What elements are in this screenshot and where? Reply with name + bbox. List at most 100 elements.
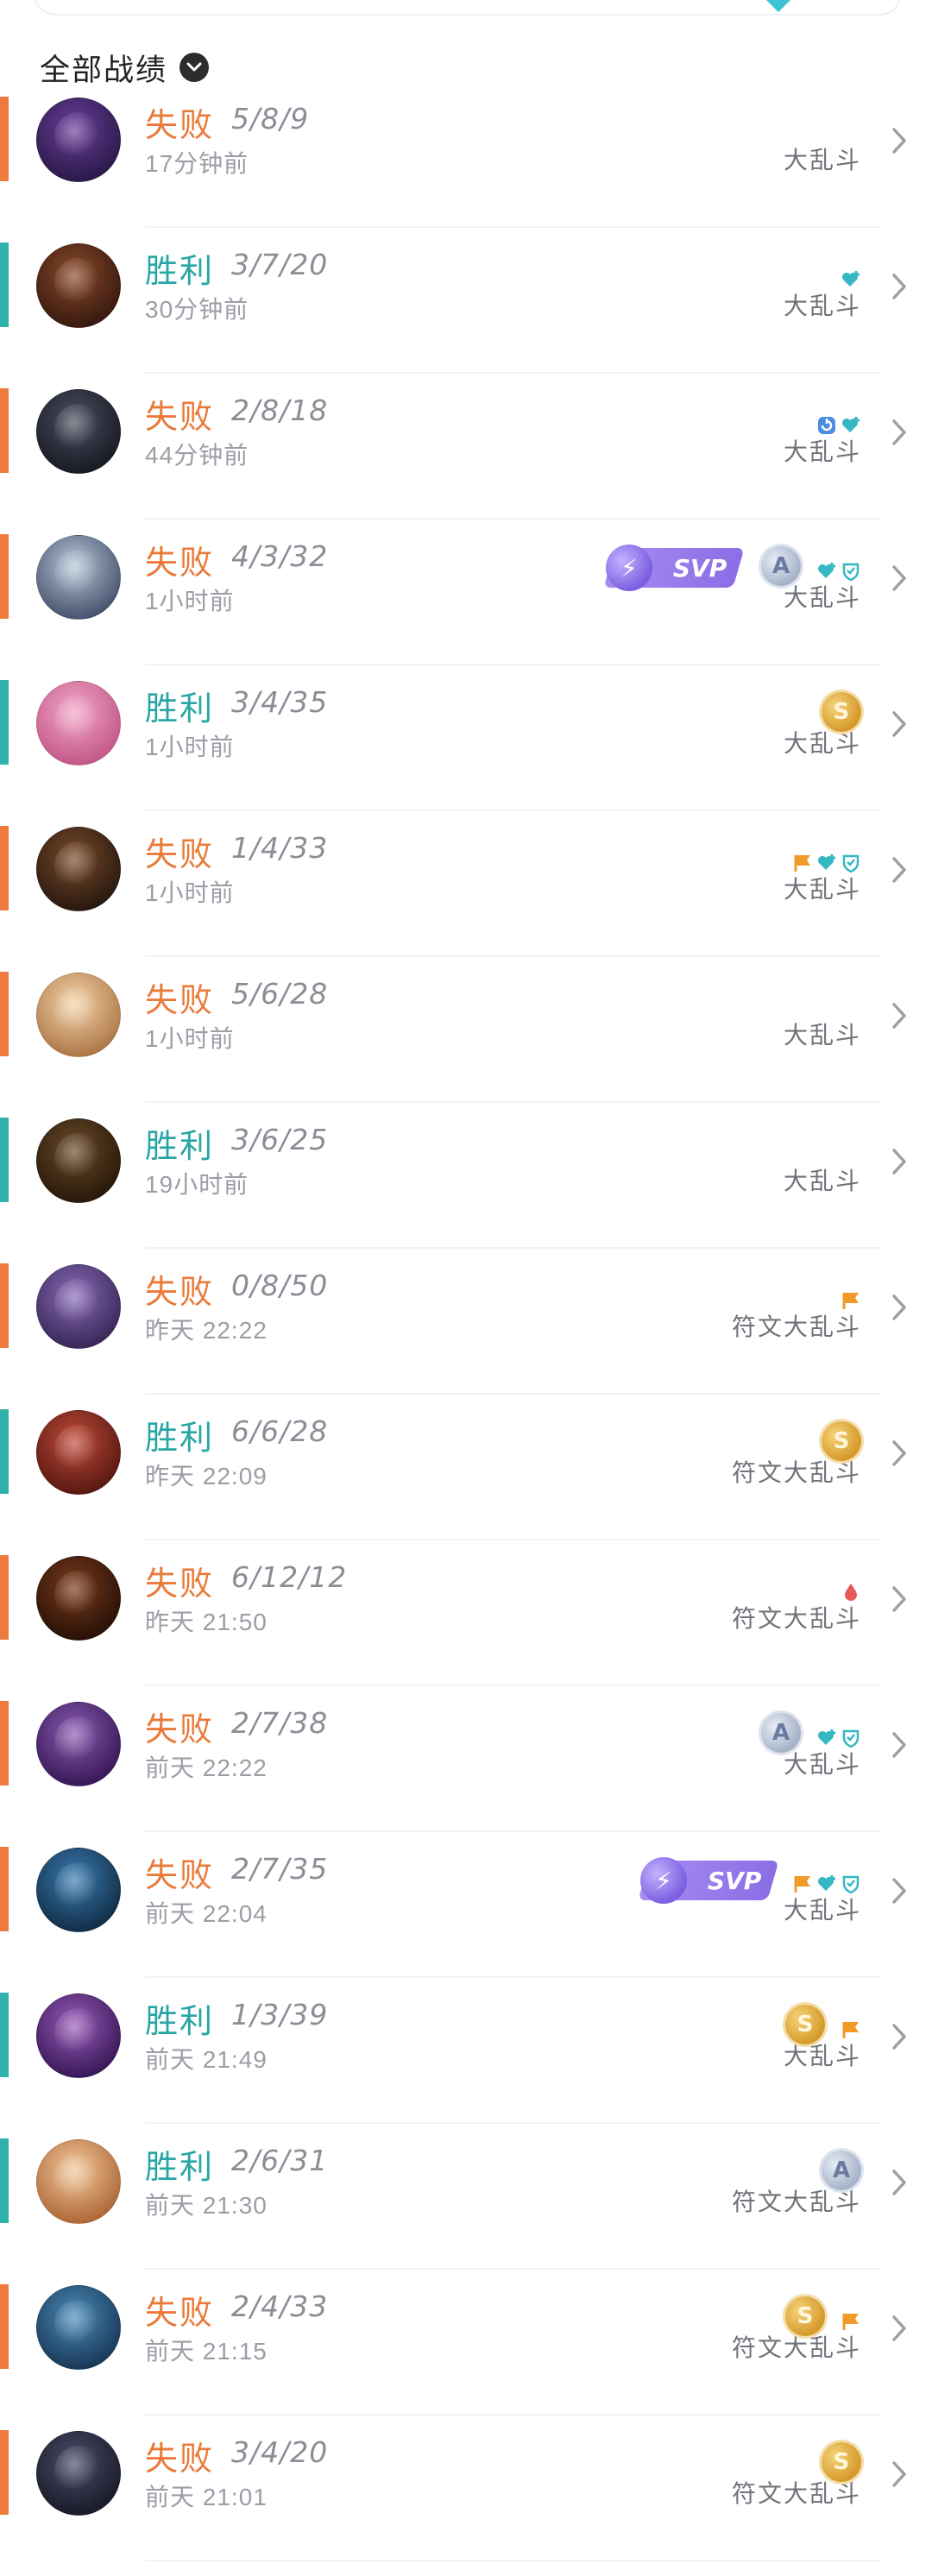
- loss-indicator-bar: [0, 972, 9, 1056]
- chevron-right-icon: [889, 2168, 910, 2197]
- game-mode: 大乱斗: [783, 584, 861, 611]
- match-row[interactable]: 失败 2/8/18 44分钟前 大乱斗: [0, 388, 932, 534]
- row-divider: [145, 2414, 880, 2415]
- match-row[interactable]: 失败 5/8/9 17分钟前 大乱斗: [0, 97, 932, 242]
- match-result: 失败: [145, 2441, 215, 2478]
- game-mode: 大乱斗: [783, 730, 861, 757]
- match-time: 昨天 21:50: [145, 1609, 268, 1635]
- gold-s-medal-icon: S: [785, 2296, 825, 2336]
- svp-label: SVP: [707, 1866, 761, 1895]
- row-divider: [145, 1976, 880, 1978]
- achievement-icons: [816, 414, 861, 437]
- heart-plus-icon: [816, 853, 837, 873]
- match-result: 胜利: [145, 2004, 215, 2040]
- win-indicator-bar: [0, 680, 9, 765]
- loss-indicator-bar: [0, 2284, 9, 2369]
- loss-indicator-bar: [0, 1847, 9, 1931]
- match-row[interactable]: 胜利 3/6/25 19小时前 大乱斗: [0, 1118, 932, 1263]
- match-row[interactable]: 失败 4/3/32 1小时前 大乱斗 A ⚡ SVP: [0, 534, 932, 680]
- game-mode: 大乱斗: [783, 2043, 861, 2069]
- shield-icon: [841, 1874, 861, 1894]
- kda-score: 3/7/20: [231, 248, 329, 281]
- champion-avatar: [36, 1993, 121, 2078]
- match-row[interactable]: 胜利 3/4/35 1小时前 大乱斗 S: [0, 680, 932, 826]
- chevron-right-icon: [889, 1876, 910, 1905]
- row-divider: [145, 809, 880, 811]
- match-row[interactable]: 胜利 2/6/31 前天 21:30 符文大乱斗 A: [0, 2138, 932, 2284]
- svp-badge: ⚡ SVP: [638, 1857, 779, 1904]
- achievement-icons: [841, 1289, 861, 1312]
- flag-icon: [841, 2019, 861, 2040]
- shield-icon: [841, 1728, 861, 1748]
- loss-indicator-bar: [0, 534, 9, 619]
- match-row[interactable]: 失败 6/12/12 昨天 21:50 符文大乱斗: [0, 1555, 932, 1701]
- row-divider: [145, 518, 880, 520]
- champion-avatar: [36, 98, 121, 182]
- win-indicator-bar: [0, 2138, 9, 2223]
- champion-avatar: [36, 1118, 121, 1203]
- match-time: 44分钟前: [145, 442, 249, 469]
- match-row[interactable]: 胜利 6/6/28 昨天 22:09 符文大乱斗 S: [0, 1409, 932, 1555]
- loss-indicator-bar: [0, 826, 9, 910]
- kda-score: 2/7/38: [231, 1706, 329, 1740]
- lightning-icon: ⚡: [606, 545, 652, 591]
- kda-score: 3/4/20: [231, 2435, 329, 2469]
- match-row[interactable]: 失败 0/8/50 昨天 22:22 符文大乱斗: [0, 1263, 932, 1409]
- match-row[interactable]: 失败 3/4/20 前天 21:01 符文大乱斗 S: [0, 2430, 932, 2576]
- match-filter-dropdown[interactable]: 全部战绩: [40, 45, 210, 90]
- row-divider: [145, 372, 880, 374]
- row-divider: [145, 2560, 880, 2561]
- loss-indicator-bar: [0, 1263, 9, 1348]
- achievement-icons: [792, 1873, 861, 1895]
- chevron-right-icon: [889, 1730, 910, 1760]
- match-row[interactable]: 失败 2/4/33 前天 21:15 符文大乱斗 S: [0, 2284, 932, 2430]
- kda-score: 1/4/33: [231, 831, 329, 865]
- gold-s-medal-icon: S: [822, 1421, 861, 1461]
- kda-score: 2/4/33: [231, 2289, 329, 2323]
- match-row[interactable]: 胜利 1/3/39 前天 21:49 大乱斗 S: [0, 1993, 932, 2138]
- chevron-right-icon: [889, 1147, 910, 1176]
- row-divider: [145, 1247, 880, 1249]
- match-time: 1小时前: [145, 1025, 235, 1052]
- game-mode: 大乱斗: [783, 293, 861, 319]
- row-divider: [145, 2122, 880, 2124]
- game-mode: 大乱斗: [783, 438, 861, 465]
- achievement-icons: [841, 2310, 861, 2333]
- game-mode: 大乱斗: [783, 1022, 861, 1049]
- game-mode: 符文大乱斗: [731, 1313, 861, 1340]
- match-result: 失败: [145, 1275, 215, 1311]
- match-time: 前天 21:01: [145, 2484, 268, 2510]
- match-row[interactable]: 失败 2/7/38 前天 22:22 大乱斗 A: [0, 1701, 932, 1847]
- chevron-right-icon: [889, 272, 910, 301]
- win-indicator-bar: [0, 1118, 9, 1202]
- win-indicator-bar: [0, 242, 9, 327]
- match-time: 前天 22:22: [145, 1754, 268, 1781]
- game-mode: 大乱斗: [783, 876, 861, 903]
- filter-label: 全部战绩: [40, 53, 168, 87]
- silver-a-medal-icon: A: [761, 546, 801, 586]
- chevron-down-icon: [179, 53, 210, 82]
- match-row[interactable]: 失败 2/7/35 前天 22:04 大乱斗 ⚡ SVP: [0, 1847, 932, 1993]
- kda-score: 2/7/35: [231, 1852, 329, 1886]
- gold-s-medal-icon: S: [822, 692, 861, 732]
- flag-icon: [841, 1290, 861, 1311]
- game-mode: 大乱斗: [783, 1751, 861, 1778]
- champion-avatar: [36, 2139, 121, 2224]
- match-history-list: 失败 5/8/9 17分钟前 大乱斗 胜利 3/7/20 30分钟前 大乱斗 失败 2/8/18 4…: [0, 97, 932, 2576]
- match-row[interactable]: 失败 1/4/33 1小时前 大乱斗: [0, 826, 932, 972]
- top-card: [35, 0, 901, 16]
- kda-score: 5/6/28: [231, 977, 329, 1011]
- match-time: 前天 21:49: [145, 2046, 268, 2073]
- achievement-icons: [841, 268, 861, 291]
- heart-plus-icon: [841, 415, 861, 436]
- chevron-right-icon: [889, 2022, 910, 2051]
- silver-a-medal-icon: A: [761, 1713, 801, 1753]
- match-row[interactable]: 胜利 3/7/20 30分钟前 大乱斗: [0, 242, 932, 388]
- game-mode: 大乱斗: [783, 1168, 861, 1194]
- match-result: 胜利: [145, 1129, 215, 1165]
- chevron-right-icon: [889, 564, 910, 593]
- match-time: 30分钟前: [145, 296, 249, 323]
- row-divider: [145, 664, 880, 665]
- win-indicator-bar: [0, 1409, 9, 1494]
- match-row[interactable]: 失败 5/6/28 1小时前 大乱斗: [0, 972, 932, 1118]
